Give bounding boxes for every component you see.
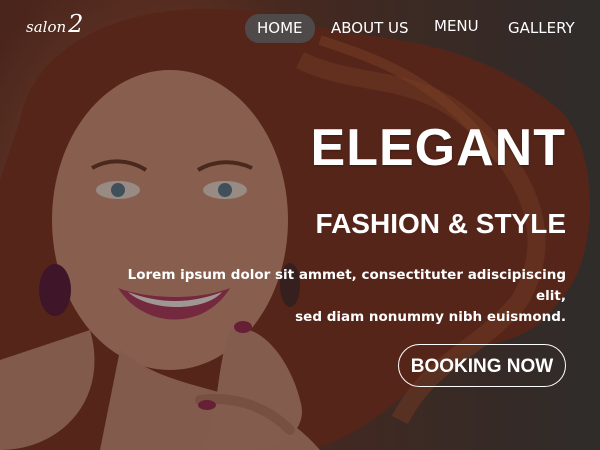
main-navigation: HOME ABOUT US MENU GALLERY — [0, 14, 600, 44]
nav-item-about-us[interactable]: ABOUT US — [319, 14, 421, 43]
hero-description-line-1: Lorem ipsum dolor sit ammet, consectitut… — [127, 267, 566, 304]
nav-item-menu[interactable]: MENU — [422, 12, 491, 41]
booking-now-button[interactable]: BOOKING NOW — [398, 344, 566, 387]
nav-item-gallery[interactable]: GALLERY — [496, 14, 587, 43]
hero-subheadline: FASHION & STYLE — [315, 208, 566, 239]
hero-headline: ELEGANT — [310, 119, 566, 177]
hero-description-line-2: sed diam nonummy nibh euismond. — [295, 309, 566, 325]
hero-description: Lorem ipsum dolor sit ammet, consectitut… — [106, 265, 566, 328]
nav-item-home[interactable]: HOME — [245, 14, 315, 43]
